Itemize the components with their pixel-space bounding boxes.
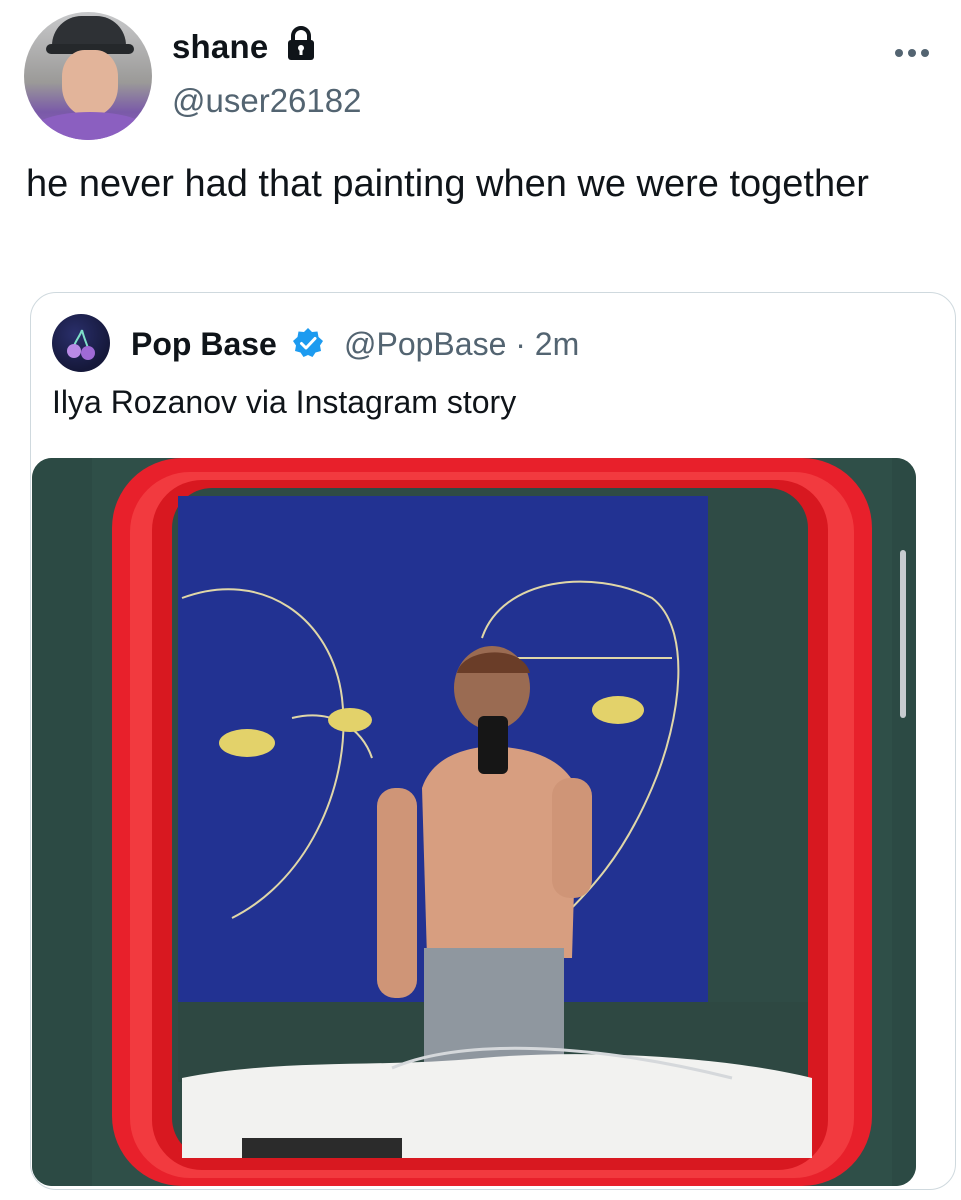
display-name[interactable]: shane bbox=[172, 28, 268, 66]
user-handle[interactable]: @user26182 bbox=[172, 82, 361, 120]
quoted-display-name[interactable]: Pop Base bbox=[131, 326, 277, 363]
scrollbar[interactable] bbox=[900, 550, 906, 718]
mirror-selfie-photo bbox=[32, 458, 916, 1186]
quoted-avatar[interactable] bbox=[52, 314, 110, 372]
avatar[interactable] bbox=[24, 12, 152, 140]
tweet-text: he never had that painting when we were … bbox=[26, 163, 869, 205]
face-shape bbox=[62, 50, 118, 116]
quoted-handle-and-time[interactable]: @PopBase · 2m bbox=[344, 326, 579, 363]
shirt-shape bbox=[30, 112, 150, 140]
quoted-time[interactable]: 2m bbox=[535, 326, 579, 362]
verified-badge-icon bbox=[293, 328, 323, 357]
time-separator: · bbox=[506, 326, 535, 362]
cherry-logo-icon bbox=[67, 329, 95, 360]
quoted-media-image[interactable] bbox=[32, 458, 916, 1186]
more-options-icon[interactable] bbox=[892, 46, 932, 60]
tweet: shane @user26182 he never had that paint… bbox=[0, 0, 961, 1200]
quoted-handle[interactable]: @PopBase bbox=[344, 326, 506, 362]
lock-icon bbox=[288, 26, 314, 60]
quoted-text: Ilya Rozanov via Instagram story bbox=[52, 384, 517, 420]
